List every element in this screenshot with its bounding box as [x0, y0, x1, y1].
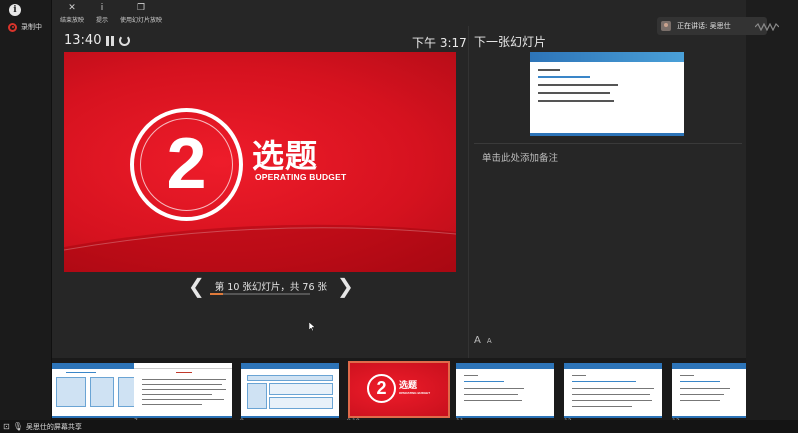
slide-counter: 第 10 张幻灯片，共 76 张: [214, 282, 328, 293]
active-speaker-label: 正在讲话: 吴思仕: [677, 22, 731, 30]
avatar: [661, 21, 671, 31]
next-slide-heading: 下一张幻灯片: [474, 35, 547, 49]
current-clock: 下午 3:17: [412, 36, 467, 50]
end-show-label: 结束放映: [60, 17, 85, 24]
elapsed-timer: 13:40: [64, 33, 102, 48]
thumb-title: 选题: [399, 381, 418, 391]
filmstrip-thumb-9[interactable]: [241, 363, 339, 418]
filmstrip-thumb-12[interactable]: [564, 363, 662, 418]
panel-divider[interactable]: [468, 26, 469, 358]
use-slideshow-button[interactable]: ❐ 使用幻灯片放映: [120, 0, 162, 24]
mouse-cursor-icon: [309, 322, 315, 331]
hint-button[interactable]: i 提示: [90, 0, 114, 24]
slide-section-number: 2: [166, 124, 207, 204]
increase-font-button[interactable]: A: [474, 335, 481, 346]
info-icon[interactable]: i: [9, 4, 21, 16]
speaker-notes-input[interactable]: 单击此处添加备注: [482, 150, 558, 164]
right-edge-panel: [746, 0, 798, 433]
filmstrip-thumb-13[interactable]: [672, 363, 746, 418]
info-icon: i: [100, 3, 104, 13]
previous-slide-button[interactable]: ❮: [188, 276, 205, 296]
thumb-subtitle: OPERATING BUDGET: [399, 391, 431, 395]
slide-progress-fill: [210, 293, 223, 295]
filmstrip-thumb-11[interactable]: [456, 363, 554, 418]
next-slide-preview[interactable]: [530, 52, 684, 136]
slide-title: 选题: [252, 137, 319, 175]
end-show-button[interactable]: ✕ 结束放映: [60, 0, 84, 24]
audio-wave-icon: [755, 23, 779, 31]
record-icon: [8, 22, 17, 32]
next-slide-line: [538, 84, 618, 86]
active-speaker-badge: 正在讲话: 吴思仕: [657, 17, 767, 35]
pause-icon[interactable]: [106, 35, 115, 46]
slide-progress-bar: [210, 293, 310, 295]
slide-filmstrip: 7 8 9 2 选题 OPERATING BUDGET 10: [52, 358, 746, 425]
share-icon: ⊡: [3, 422, 10, 431]
presenter-view: i 录制中 ✕ 结束放映 i 提示 ❐ 使用幻灯片放映 13:40 下午 3:1…: [0, 0, 798, 433]
notes-separator: [474, 143, 742, 144]
recording-panel: i 录制中: [0, 0, 52, 433]
next-slide-line: [538, 76, 590, 78]
next-slide-line: [538, 100, 614, 102]
filmstrip-thumb-10-current[interactable]: 2 选题 OPERATING BUDGET: [348, 361, 450, 418]
thumb-section-number: 2: [367, 374, 396, 403]
slideshow-icon: ❐: [136, 3, 146, 13]
current-slide[interactable]: 2 选题 OPERATING BUDGET: [64, 52, 456, 272]
next-slide-footer-bar: [530, 133, 684, 136]
next-slide-line: [538, 69, 560, 71]
recording-indicator: 录制中: [8, 22, 42, 32]
screen-share-label: 吴思仕的屏幕共享: [25, 422, 82, 431]
restart-icon[interactable]: [119, 35, 131, 46]
decrease-font-button[interactable]: A: [487, 337, 492, 345]
presenter-main: 13:40 下午 3:17 2 选题 OPERATING BUDGET ❮ 第 …: [52, 26, 746, 358]
close-icon: ✕: [68, 3, 76, 13]
slide-subtitle: OPERATING BUDGET: [255, 172, 347, 182]
next-slide-button[interactable]: ❯: [337, 276, 354, 296]
presenter-toolbar: ✕ 结束放映 i 提示 ❐ 使用幻灯片放映: [52, 0, 746, 26]
hint-label: 提示: [96, 17, 109, 24]
screen-share-status: ⊡ 🎙 吴思仕的屏幕共享: [0, 420, 798, 433]
recording-label: 录制中: [21, 23, 42, 31]
next-slide-line: [538, 92, 610, 94]
notes-font-controls: A A: [474, 335, 492, 346]
microphone-icon: 🎙: [12, 422, 23, 431]
use-slideshow-label: 使用幻灯片放映: [120, 17, 163, 24]
next-slide-header-bar: [530, 52, 684, 62]
timer-controls: 13:40: [64, 33, 131, 48]
filmstrip-thumb-8[interactable]: [134, 363, 232, 418]
slide-swoosh-decoration: [64, 224, 456, 272]
